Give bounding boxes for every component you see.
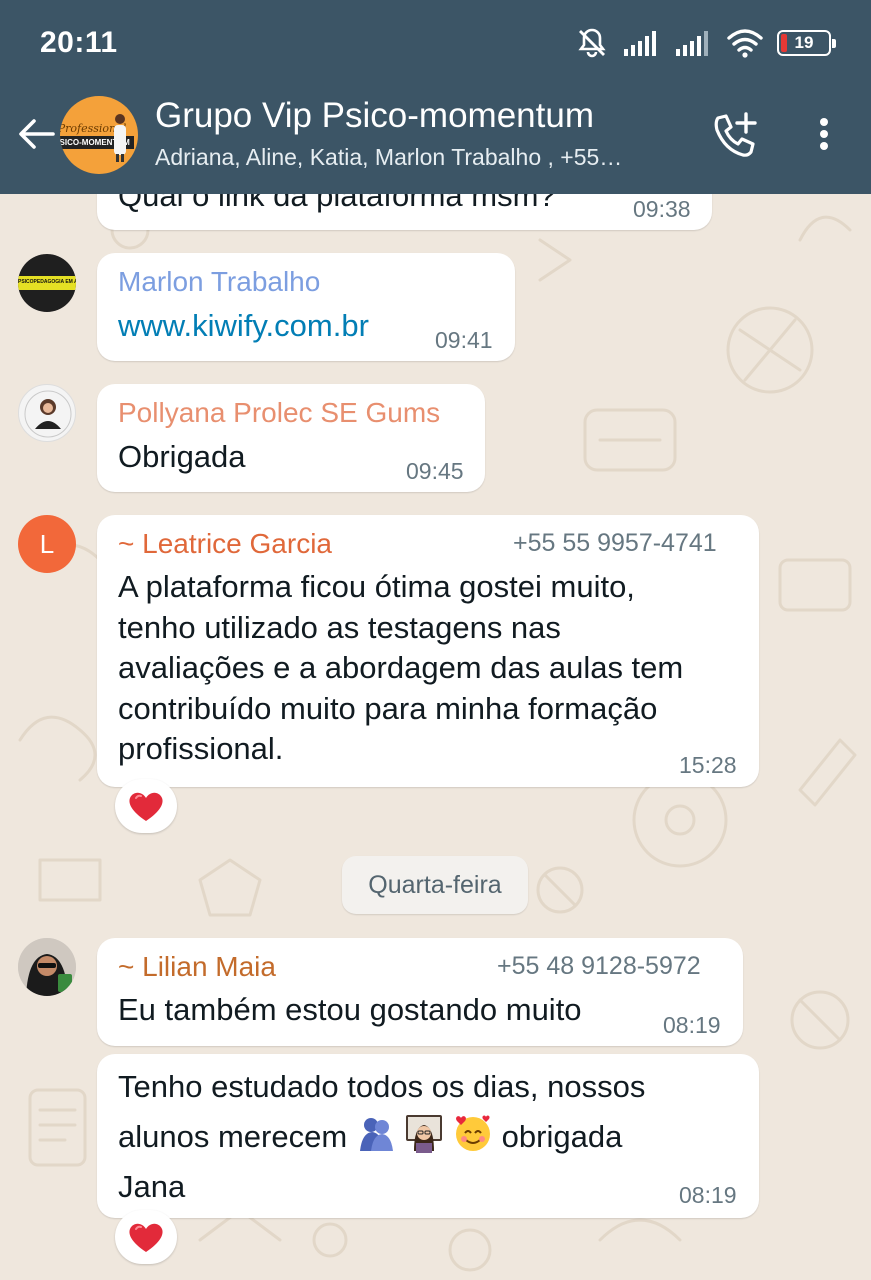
- message-bubble[interactable]: Marlon Trabalho www.kiwify.com.br 09:41: [97, 253, 515, 361]
- more-options-button[interactable]: [806, 112, 842, 156]
- message-bubble[interactable]: Pollyana Prolec SE Gums Obrigada 09:45: [97, 384, 485, 492]
- woman-teacher-emoji: [406, 1115, 443, 1153]
- message-text: A plataforma ficou ótima gostei muito, t…: [118, 567, 683, 770]
- signal-icon: [676, 31, 708, 56]
- message-line: profissional.: [118, 731, 284, 766]
- wifi-icon: [727, 29, 763, 58]
- chat-header: 20:11 19 Professional PSICO-MOMENTUM Gru…: [0, 0, 871, 194]
- more-vert-icon: [820, 118, 828, 126]
- battery-level: 19: [794, 33, 814, 52]
- message-time: 09:38: [633, 196, 691, 222]
- message-text: Obrigada: [118, 439, 246, 474]
- avatar-letter: L: [39, 528, 55, 559]
- hugging-people-emoji: [359, 1118, 393, 1151]
- message-text: Tenho estudado todos os dias, nossos alu…: [118, 1062, 645, 1212]
- mute-bell-icon: [578, 28, 606, 58]
- sender-name[interactable]: Pollyana Prolec SE Gums: [118, 397, 440, 429]
- avatar-leatrice[interactable]: L: [18, 515, 76, 573]
- avatar-lilian[interactable]: [18, 938, 76, 996]
- group-avatar[interactable]: Professional PSICO-MOMENTUM: [60, 96, 138, 174]
- chat-title[interactable]: Grupo Vip Psico-momentum: [155, 96, 594, 136]
- message-line: A plataforma ficou ótima gostei muito,: [118, 569, 635, 604]
- message-fragment: obrigada: [501, 1119, 623, 1154]
- back-arrow-icon: [19, 119, 55, 149]
- reaction-badge[interactable]: [115, 779, 177, 833]
- avatar-logo-text: PSICOPEDAGOGIA EM AÇÃO: [18, 279, 76, 285]
- message-bubble[interactable]: ~ Lilian Maia +55 48 9128-5972 Eu também…: [97, 938, 743, 1046]
- avatar-marlon[interactable]: PSICOPEDAGOGIA EM AÇÃO: [18, 254, 76, 312]
- date-separator: Quarta-feira: [342, 856, 528, 914]
- avatar-photo: [24, 390, 72, 438]
- message-bubble[interactable]: Tenho estudado todos os dias, nossos alu…: [97, 1054, 759, 1218]
- smiling-face-hearts-emoji: [456, 1115, 491, 1151]
- sender-name[interactable]: ~ Leatrice Garcia: [118, 528, 332, 560]
- message-time: 08:19: [679, 1182, 737, 1208]
- message-time: 15:28: [679, 752, 737, 778]
- message-time: 09:45: [406, 458, 464, 484]
- status-icons: 19: [575, 26, 836, 60]
- message-line: avaliações e a abordagem das aulas tem: [118, 650, 684, 685]
- message-text: Eu também estou gostando muito: [118, 992, 582, 1027]
- sender-phone: +55 55 9957-4741: [513, 529, 717, 557]
- sender-phone: +55 48 9128-5972: [497, 952, 701, 980]
- message-time: 09:41: [435, 327, 493, 353]
- avatar-pollyana[interactable]: [18, 384, 76, 442]
- sender-name[interactable]: ~ Lilian Maia: [118, 951, 276, 983]
- message-line: alunos merecem obrigada: [118, 1112, 645, 1162]
- heart-icon: [129, 1223, 163, 1252]
- person-icon: [114, 114, 126, 162]
- sender-name[interactable]: Marlon Trabalho: [118, 266, 320, 298]
- message-time: 08:19: [663, 1012, 721, 1038]
- reaction-badge[interactable]: [115, 1210, 177, 1264]
- back-button[interactable]: [14, 112, 58, 156]
- message-link[interactable]: www.kiwify.com.br: [118, 306, 369, 347]
- avatar-photo: [18, 938, 76, 996]
- add-call-icon[interactable]: [708, 110, 760, 162]
- message-fragment: alunos merecem: [118, 1119, 348, 1154]
- chat-members[interactable]: Adriana, Aline, Katia, Marlon Trabalho ,…: [155, 144, 622, 171]
- battery-icon: 19: [777, 30, 836, 56]
- status-time: 20:11: [40, 26, 118, 59]
- message-line: Jana: [118, 1169, 186, 1204]
- message-line: Tenho estudado todos os dias, nossos: [118, 1069, 646, 1104]
- heart-icon: [129, 792, 163, 821]
- message-line: tenho utilizado as testagens nas: [118, 609, 561, 645]
- message-line: contribuído muito para minha formação: [118, 690, 658, 726]
- signal-icon: [624, 31, 656, 56]
- message-bubble[interactable]: ~ Leatrice Garcia +55 55 9957-4741 A pla…: [97, 515, 759, 787]
